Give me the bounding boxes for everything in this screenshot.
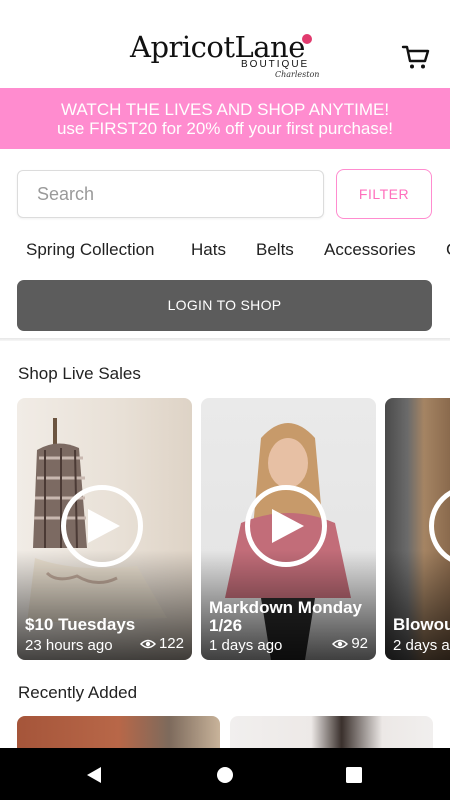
recents-icon[interactable] xyxy=(345,766,363,784)
category-clipped[interactable]: C xyxy=(446,240,450,260)
card-time: 1 days ago xyxy=(209,637,283,654)
logo-apricot-dot xyxy=(302,34,312,44)
category-spring-collection[interactable]: Spring Collection xyxy=(26,240,155,260)
eye-icon xyxy=(332,637,349,654)
system-nav-bar xyxy=(0,748,450,800)
card-views: 122 xyxy=(139,635,184,654)
section-divider xyxy=(0,338,450,341)
card-time: 23 hours ago xyxy=(25,637,113,654)
views-count: 122 xyxy=(158,635,184,652)
logo-subtitle: BOUTIQUE xyxy=(241,59,310,70)
recently-added-title: Recently Added xyxy=(18,683,138,702)
card-views: 92 xyxy=(332,635,368,654)
eye-icon xyxy=(139,637,157,654)
card-title: Blowou xyxy=(393,615,450,634)
card-title: Markdown Monday 1/26 xyxy=(209,598,363,635)
home-icon[interactable] xyxy=(216,766,234,784)
live-sales-title: Shop Live Sales xyxy=(18,364,141,383)
play-icon[interactable] xyxy=(61,485,143,567)
login-to-shop-button[interactable]: LOGIN TO SHOP xyxy=(17,280,432,331)
promo-banner: WATCH THE LIVES AND SHOP ANYTIME! use FI… xyxy=(0,88,450,149)
live-sale-card[interactable]: $10 Tuesdays 23 hours ago 122 xyxy=(17,398,192,660)
back-icon[interactable] xyxy=(84,765,104,785)
filter-button[interactable]: FILTER xyxy=(336,169,432,219)
category-hats[interactable]: Hats xyxy=(191,240,226,260)
promo-line-2: use FIRST20 for 20% off your first purch… xyxy=(56,119,394,138)
live-sale-card[interactable]: Blowou 2 days a xyxy=(385,398,450,660)
promo-line-1: WATCH THE LIVES AND SHOP ANYTIME! xyxy=(60,100,390,119)
category-belts[interactable]: Belts xyxy=(256,240,294,260)
views-count: 92 xyxy=(351,635,368,652)
card-title: $10 Tuesdays xyxy=(25,615,136,634)
cart-icon[interactable] xyxy=(401,42,431,72)
brand-logo: ApricotLane BOUTIQUE Charleston xyxy=(130,30,330,82)
logo-city: Charleston xyxy=(275,70,320,79)
category-accessories[interactable]: Accessories xyxy=(324,240,416,260)
search-input[interactable] xyxy=(18,171,307,217)
card-time: 2 days a xyxy=(393,637,450,654)
app-header: ApricotLane BOUTIQUE Charleston xyxy=(0,0,450,88)
category-bar: Spring Collection Hats Belts Accessories… xyxy=(0,232,450,268)
play-icon[interactable] xyxy=(245,485,327,567)
search-box xyxy=(17,170,324,218)
live-sale-card[interactable]: Markdown Monday 1/26 1 days ago 92 xyxy=(201,398,376,660)
